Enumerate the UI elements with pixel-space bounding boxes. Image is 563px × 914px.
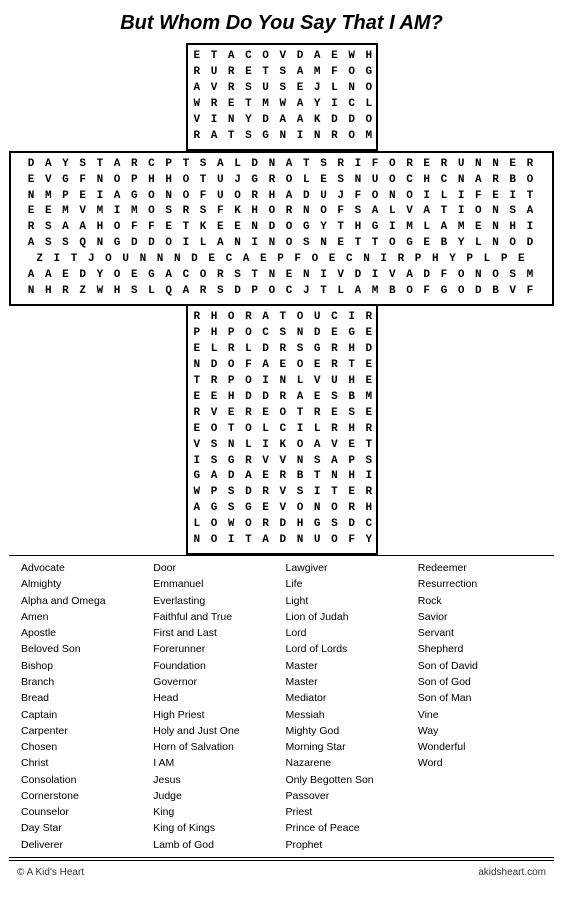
word-list-item: Lord: [286, 625, 410, 641]
word-list-item: Head: [153, 690, 277, 706]
word-list-item: Branch: [21, 674, 145, 690]
word-list-item: Everlasting: [153, 593, 277, 609]
word-list-item: Door: [153, 560, 277, 576]
word-list-item: Bishop: [21, 658, 145, 674]
word-list-item: Forerunner: [153, 641, 277, 657]
word-list-col4: RedeemerResurrectionRockSaviorServantShe…: [414, 560, 546, 853]
word-list-item: Son of God: [418, 674, 542, 690]
footer-left: © A Kid's Heart: [17, 867, 84, 878]
footer: © A Kid's Heart akidsheart.com: [9, 867, 554, 878]
word-list-item: Prophet: [286, 837, 410, 853]
word-list-item: Foundation: [153, 658, 277, 674]
word-list-item: Vine: [418, 707, 542, 723]
word-list-item: Messiah: [286, 707, 410, 723]
word-list-section: AdvocateAlmightyAlpha and OmegaAmenApost…: [9, 555, 554, 858]
word-list-item: Horn of Salvation: [153, 739, 277, 755]
word-list-col1: AdvocateAlmightyAlpha and OmegaAmenApost…: [17, 560, 149, 853]
word-list-item: Jesus: [153, 772, 277, 788]
word-list-item: Advocate: [21, 560, 145, 576]
word-list-item: Emmanuel: [153, 576, 277, 592]
word-list-col2: DoorEmmanuelEverlastingFaithful and True…: [149, 560, 281, 853]
word-list-item: Amen: [21, 609, 145, 625]
word-list-item: Wonderful: [418, 739, 542, 755]
word-list-item: Light: [286, 593, 410, 609]
page-title: But Whom Do You Say That I AM?: [120, 12, 443, 35]
word-list-col3: LawgiverLifeLightLion of JudahLordLord o…: [282, 560, 414, 853]
cross-top: E T A C O V D A E W H R U R E T S A M F …: [186, 43, 378, 151]
word-list-item: Lamb of God: [153, 837, 277, 853]
word-list-item: Consolation: [21, 772, 145, 788]
grid-horiz: D A Y S T A R C P T S A L D N A T S R I …: [11, 153, 552, 304]
word-list-item: Son of Man: [418, 690, 542, 706]
word-list-item: Lawgiver: [286, 560, 410, 576]
word-list-item: Deliverer: [21, 837, 145, 853]
word-list-item: Faithful and True: [153, 609, 277, 625]
word-list-item: Rock: [418, 593, 542, 609]
word-list-item: Way: [418, 723, 542, 739]
word-list-item: Mighty God: [286, 723, 410, 739]
cross-horizontal: D A Y S T A R C P T S A L D N A T S R I …: [9, 151, 554, 306]
footer-divider: [9, 860, 554, 861]
word-list-item: Beloved Son: [21, 641, 145, 657]
word-list-columns: AdvocateAlmightyAlpha and OmegaAmenApost…: [17, 560, 546, 853]
word-list-item: Word: [418, 755, 542, 771]
word-list-item: Cornerstone: [21, 788, 145, 804]
word-list-item: Son of David: [418, 658, 542, 674]
word-list-item: First and Last: [153, 625, 277, 641]
word-list-item: Passover: [286, 788, 410, 804]
word-list-item: Apostle: [21, 625, 145, 641]
word-list-item: Chosen: [21, 739, 145, 755]
word-list-item: Alpha and Omega: [21, 593, 145, 609]
word-list-item: Nazarene: [286, 755, 410, 771]
word-list-item: Savior: [418, 609, 542, 625]
word-list-item: Life: [286, 576, 410, 592]
word-list-item: Christ: [21, 755, 145, 771]
word-list-item: Lion of Judah: [286, 609, 410, 625]
word-list-item: Prince of Peace: [286, 820, 410, 836]
word-list-item: High Priest: [153, 707, 277, 723]
word-list-item: Morning Star: [286, 739, 410, 755]
word-list-item: Holy and Just One: [153, 723, 277, 739]
cross-bottom: R H O R A T O U C I R P H P O C S N D E …: [186, 306, 378, 555]
word-list-item: Almighty: [21, 576, 145, 592]
word-list-item: Judge: [153, 788, 277, 804]
word-list-item: Resurrection: [418, 576, 542, 592]
word-list-item: King: [153, 804, 277, 820]
word-list-item: Redeemer: [418, 560, 542, 576]
word-list-item: Shepherd: [418, 641, 542, 657]
word-list-item: I AM: [153, 755, 277, 771]
word-list-item: Captain: [21, 707, 145, 723]
cross-puzzle: E T A C O V D A E W H R U R E T S A M F …: [9, 43, 554, 555]
word-list-item: Master: [286, 658, 410, 674]
word-list-item: Priest: [286, 804, 410, 820]
word-list-item: Lord of Lords: [286, 641, 410, 657]
grid-bottom: R H O R A T O U C I R P H P O C S N D E …: [188, 306, 376, 553]
word-list-item: Servant: [418, 625, 542, 641]
word-list-item: Bread: [21, 690, 145, 706]
grid-top: E T A C O V D A E W H R U R E T S A M F …: [188, 45, 376, 149]
word-list-item: Day Star: [21, 820, 145, 836]
word-list-item: King of Kings: [153, 820, 277, 836]
word-list-item: Counselor: [21, 804, 145, 820]
word-list-item: Governor: [153, 674, 277, 690]
word-list-item: Carpenter: [21, 723, 145, 739]
word-list-item: Only Begotten Son: [286, 772, 410, 788]
word-list-item: Master: [286, 674, 410, 690]
footer-right: akidsheart.com: [478, 867, 546, 878]
word-list-item: Mediator: [286, 690, 410, 706]
